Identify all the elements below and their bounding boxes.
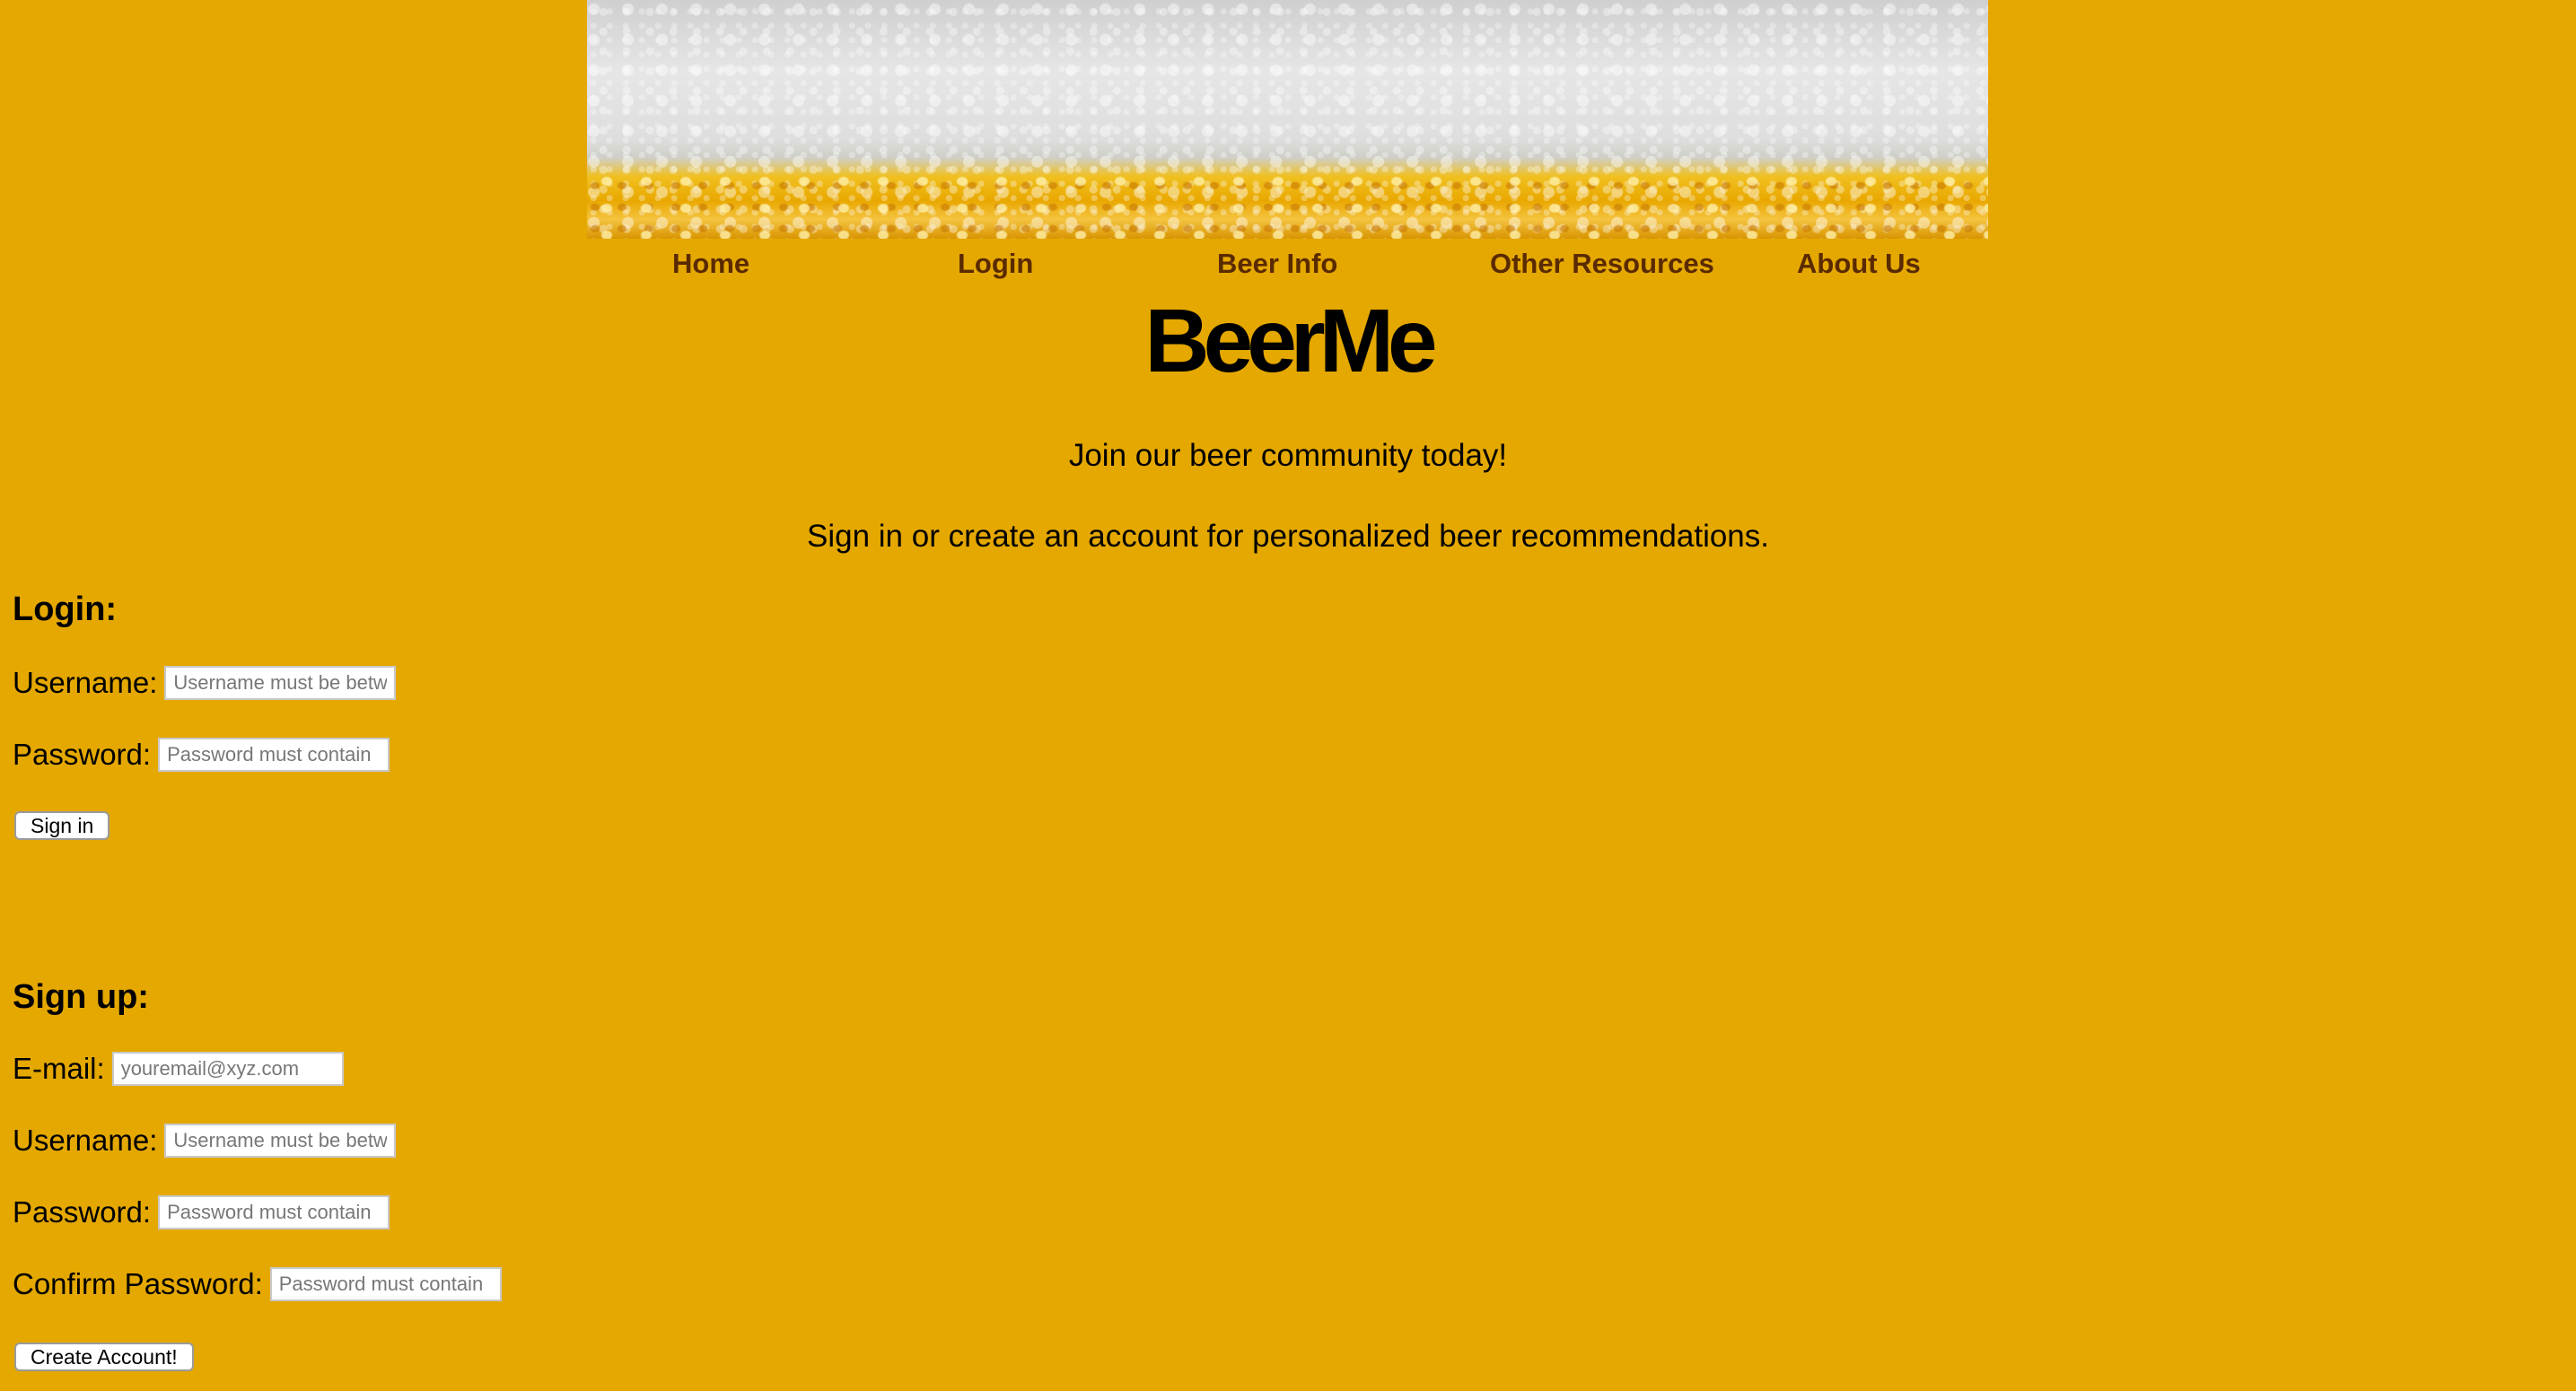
nav-home[interactable]: Home — [672, 248, 749, 280]
login-password-row: Password: — [13, 738, 390, 772]
signup-password-input[interactable] — [158, 1195, 390, 1229]
site-title: BeerMe — [1144, 291, 1437, 391]
beer-texture — [587, 171, 1988, 239]
signup-username-row: Username: — [13, 1124, 397, 1158]
login-username-input[interactable] — [164, 666, 397, 700]
intro-subtext: Sign in or create an account for persona… — [807, 519, 1769, 554]
signup-username-input[interactable] — [164, 1124, 397, 1158]
signup-email-row: E-mail: — [13, 1052, 344, 1086]
login-username-row: Username: — [13, 666, 397, 700]
signup-email-label: E-mail: — [13, 1052, 105, 1085]
login-username-label: Username: — [13, 666, 158, 699]
signup-confirm-row: Confirm Password: — [13, 1267, 502, 1301]
nav-about-us[interactable]: About Us — [1797, 248, 1921, 280]
nav-beer-info[interactable]: Beer Info — [1217, 248, 1337, 280]
signup-password-row: Password: — [13, 1195, 390, 1229]
main-nav: Home Login Beer Info Other Resources Abo… — [587, 248, 1988, 287]
beer-banner-image — [587, 0, 1988, 239]
nav-other-resources[interactable]: Other Resources — [1490, 248, 1714, 280]
signup-confirm-label: Confirm Password: — [13, 1267, 263, 1300]
tagline: Join our beer community today! — [1068, 438, 1508, 473]
login-password-input[interactable] — [158, 738, 390, 772]
signup-password-label: Password: — [13, 1195, 152, 1229]
login-heading: Login: — [13, 591, 118, 628]
nav-login[interactable]: Login — [958, 248, 1033, 280]
signup-heading: Sign up: — [13, 978, 149, 1016]
signup-email-input[interactable] — [111, 1052, 344, 1086]
create-account-button[interactable]: Create Account! — [14, 1343, 194, 1371]
signup-confirm-input[interactable] — [269, 1267, 502, 1301]
login-password-label: Password: — [13, 738, 152, 771]
signup-username-label: Username: — [13, 1124, 158, 1157]
sign-in-button[interactable]: Sign in — [14, 811, 110, 840]
